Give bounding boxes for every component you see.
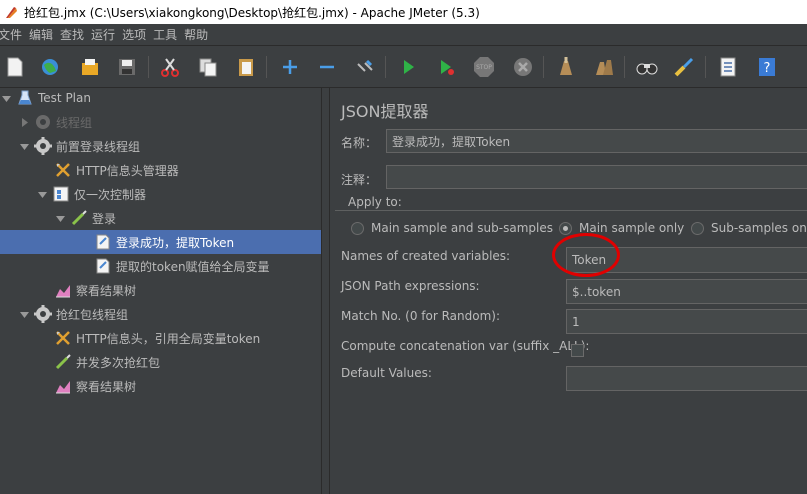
toggle-icon[interactable] [352, 54, 378, 80]
sampler-icon [70, 209, 88, 227]
match-no-label: Match No. (0 for Random): [341, 309, 501, 323]
red-highlight-circle [552, 233, 620, 277]
search-icon[interactable] [634, 54, 660, 80]
header-manager-icon [54, 329, 72, 347]
menu-edit[interactable]: 编辑 [29, 26, 58, 43]
tree-node-red-packet-thread-group[interactable]: 抢红包线程组 [0, 302, 321, 326]
menu-run[interactable]: 运行 [91, 26, 120, 43]
thread-group-icon [34, 113, 52, 131]
tree-node-thread-group-disabled[interactable]: 线程组 [0, 110, 321, 134]
controller-icon [52, 185, 70, 203]
json-extractor-panel: JSON提取器 名称： 登录成功，提取Token 注释： Apply to: M… [331, 88, 807, 494]
chevron-down-icon[interactable] [18, 308, 30, 320]
stop-icon[interactable]: STOP [471, 54, 497, 80]
tree-node-concurrent-grab[interactable]: 并发多次抢红包 [0, 350, 321, 374]
save-icon[interactable] [114, 54, 140, 80]
radio-dot[interactable] [691, 221, 704, 235]
extractor-icon [94, 257, 112, 275]
start-no-pause-icon[interactable] [433, 54, 459, 80]
name-input[interactable]: 登录成功，提取Token [386, 129, 807, 153]
reset-search-icon[interactable] [671, 54, 697, 80]
header-manager-icon [54, 161, 72, 179]
collapse-icon[interactable] [314, 54, 340, 80]
menu-help[interactable]: 帮助 [184, 26, 213, 43]
tree-node-view-results-tree-2[interactable]: 察看结果树 [0, 374, 321, 398]
chevron-down-icon[interactable] [18, 140, 30, 152]
tree-node-http-header-global-token[interactable]: HTTP信息头，引用全局变量token [0, 326, 321, 350]
name-label: 名称： [341, 136, 378, 150]
function-helper-icon[interactable] [715, 54, 741, 80]
window-titlebar: 抢红包.jmx (C:\Users\xiakongkong\Desktop\抢红… [0, 0, 807, 24]
tree-node-login-thread-group[interactable]: 前置登录线程组 [0, 134, 321, 158]
radio-main-and-sub[interactable]: Main sample and sub-samples [351, 221, 553, 235]
cut-icon[interactable] [157, 54, 183, 80]
menu-search[interactable]: 查找 [60, 26, 89, 43]
menu-tools[interactable]: 工具 [153, 26, 182, 43]
chevron-down-icon[interactable] [36, 188, 48, 200]
tree-node-login-sampler[interactable]: 登录 [0, 206, 321, 230]
listener-icon [54, 281, 72, 299]
menu-file[interactable]: 文件 [0, 26, 27, 43]
default-values-input[interactable] [566, 366, 807, 391]
clear-all-icon[interactable] [591, 54, 617, 80]
extractor-icon [94, 233, 112, 251]
svg-text:STOP: STOP [476, 64, 492, 71]
comment-label: 注释： [341, 173, 378, 187]
apply-to-label: Apply to: [345, 195, 405, 209]
panel-title: JSON提取器 [341, 102, 429, 121]
chevron-right-icon[interactable] [18, 116, 30, 128]
comment-input[interactable] [386, 165, 807, 189]
thread-group-icon [34, 305, 52, 323]
radio-sub-only[interactable]: Sub-samples only [691, 221, 807, 235]
concat-checkbox[interactable] [571, 344, 584, 357]
apply-to-group [335, 210, 807, 211]
tree-node-token-to-global[interactable]: 提取的token赋值给全局变量 [0, 254, 321, 278]
start-icon[interactable] [395, 54, 421, 80]
help-icon[interactable]: ? [754, 54, 780, 80]
jmeter-feather-icon [6, 7, 17, 18]
copy-icon[interactable] [195, 54, 221, 80]
expand-icon[interactable] [277, 54, 303, 80]
var-names-label: Names of created variables: [341, 249, 511, 263]
tree-node-extract-token[interactable]: 登录成功，提取Token [0, 230, 321, 254]
menu-bar: 文件 编辑 查找 运行 选项 工具 帮助 [0, 24, 807, 46]
default-values-label: Default Values: [341, 366, 432, 380]
chevron-down-icon[interactable] [0, 92, 12, 104]
toolbar: STOP ? [0, 46, 807, 88]
shutdown-icon[interactable] [510, 54, 536, 80]
new-icon[interactable] [2, 54, 28, 80]
json-path-input[interactable]: $..token [566, 279, 807, 304]
test-plan-tree: Test Plan 线程组 前置登录线程组 HTTP信息头管理器 仅一次控制器 … [0, 88, 321, 494]
open-icon[interactable] [77, 54, 103, 80]
match-no-input[interactable]: 1 [566, 309, 807, 334]
concat-label: Compute concatenation var (suffix _ALL): [341, 339, 590, 353]
pane-splitter[interactable] [321, 88, 330, 494]
chevron-down-icon[interactable] [54, 212, 66, 224]
paste-icon[interactable] [233, 54, 259, 80]
templates-icon[interactable] [37, 54, 63, 80]
listener-icon [54, 377, 72, 395]
tree-node-view-results-tree-1[interactable]: 察看结果树 [0, 278, 321, 302]
tree-node-once-only-controller[interactable]: 仅一次控制器 [0, 182, 321, 206]
sampler-icon [54, 353, 72, 371]
json-path-label: JSON Path expressions: [341, 279, 480, 293]
clear-icon[interactable] [553, 54, 579, 80]
tree-node-test-plan[interactable]: Test Plan [0, 86, 321, 110]
test-plan-icon [16, 89, 34, 107]
tree-node-http-header-manager[interactable]: HTTP信息头管理器 [0, 158, 321, 182]
menu-options[interactable]: 选项 [122, 26, 151, 43]
radio-dot[interactable] [351, 221, 364, 235]
svg-text:?: ? [764, 61, 771, 76]
radio-dot-selected[interactable] [559, 221, 572, 235]
window-title: 抢红包.jmx (C:\Users\xiakongkong\Desktop\抢红… [24, 5, 480, 20]
thread-group-icon [34, 137, 52, 155]
